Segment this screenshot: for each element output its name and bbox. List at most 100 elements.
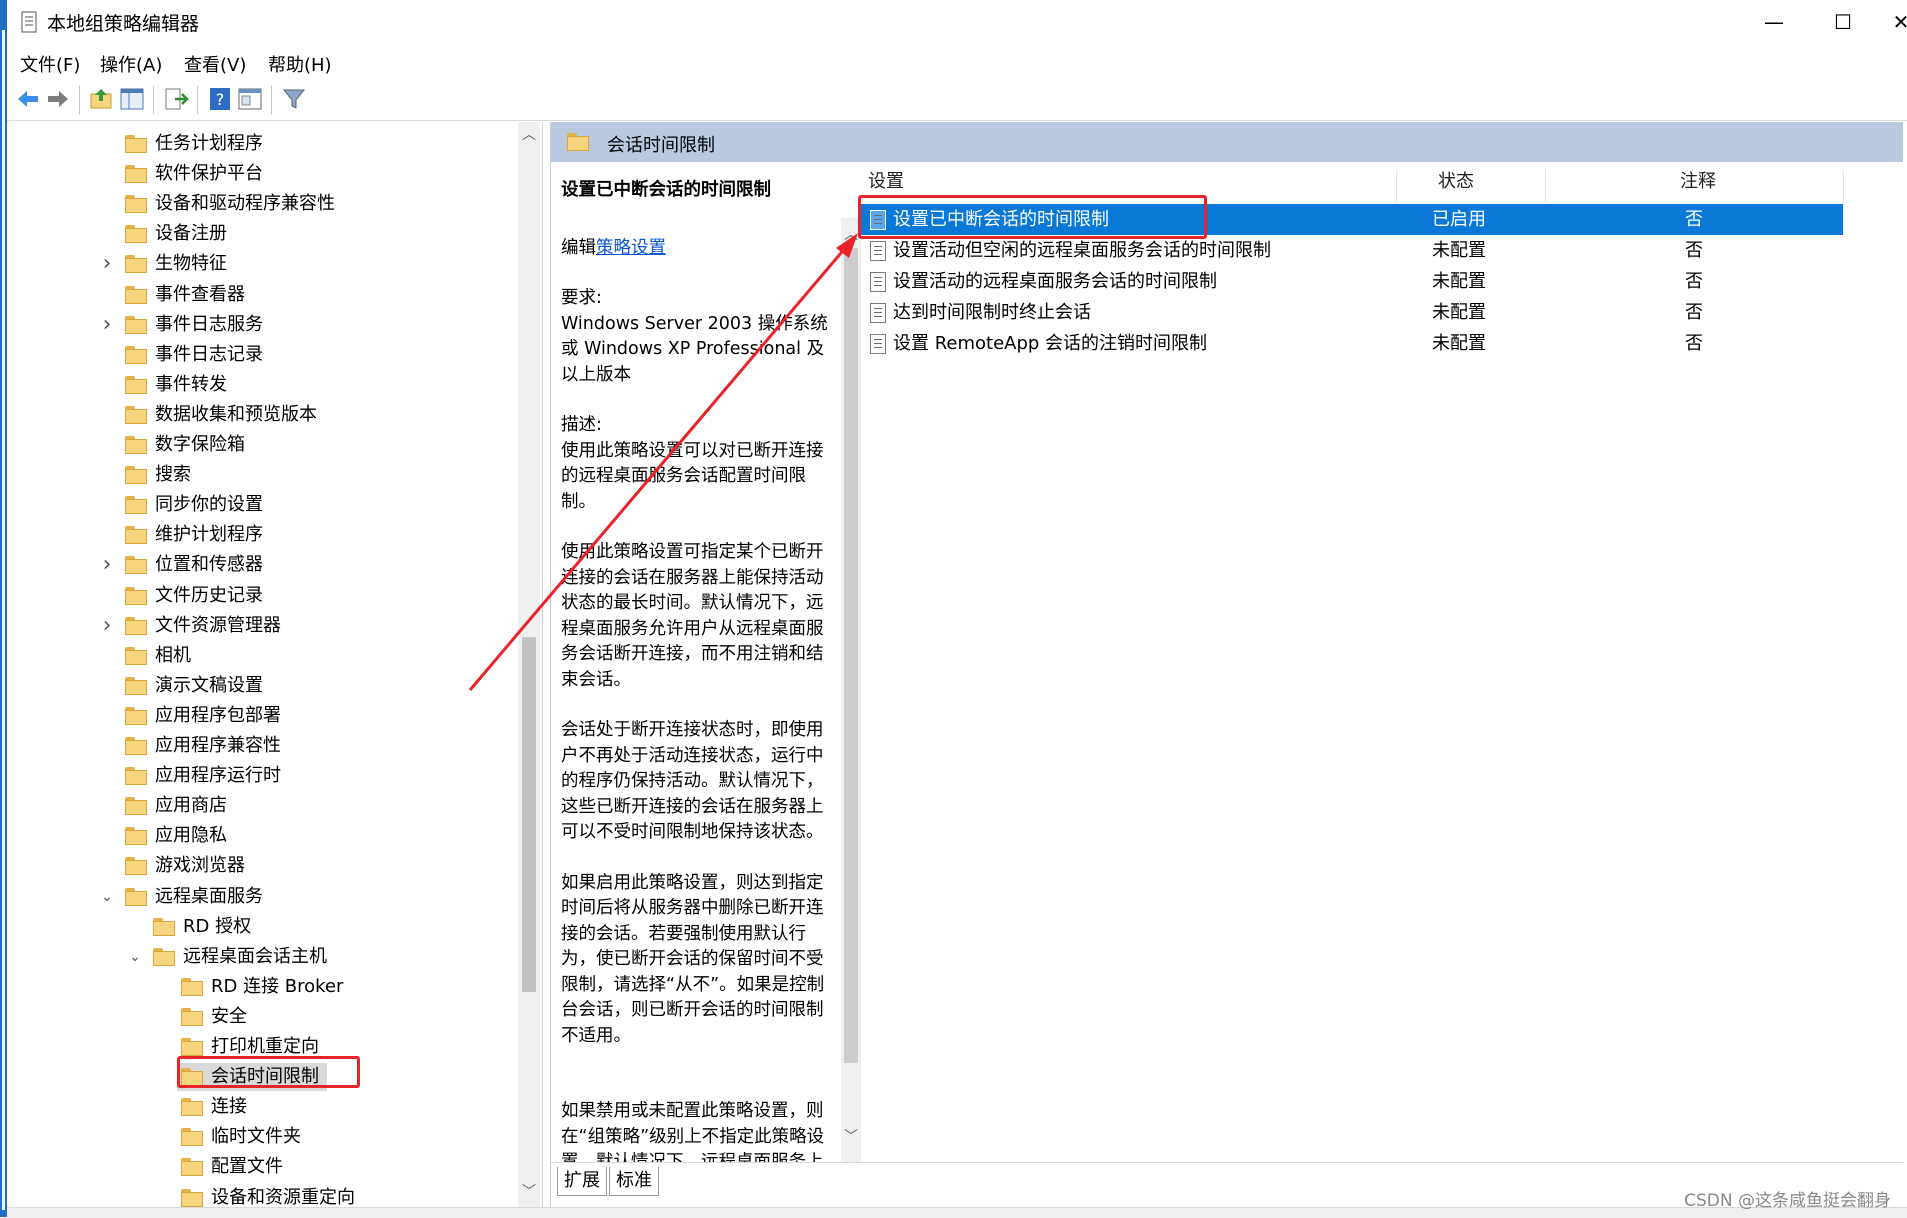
tree-item[interactable]: 应用程序运行时: [7, 762, 512, 790]
folder-icon: [125, 406, 147, 424]
policy-state: 已启用: [1432, 209, 1486, 230]
column-divider[interactable]: [1843, 170, 1844, 202]
tree-item[interactable]: › 位置和传感器: [7, 551, 512, 579]
policy-comment: 否: [1685, 271, 1703, 292]
tree-item[interactable]: 应用商店: [7, 792, 512, 820]
tree-item-label: 搜索: [155, 464, 191, 485]
policy-comment: 否: [1685, 333, 1703, 354]
maximize-button[interactable]: ☐: [1823, 8, 1863, 36]
column-header-comment[interactable]: 注释: [1680, 162, 1716, 202]
tree-item[interactable]: 文件历史记录: [7, 582, 512, 610]
show-hide-tree-icon[interactable]: [119, 86, 145, 112]
tree-scrollbar-thumb[interactable]: [522, 637, 536, 992]
tree-item-label: RD 授权: [183, 916, 252, 937]
tree-item[interactable]: RD 连接 Broker: [7, 973, 512, 1001]
description-scrollbar-thumb[interactable]: [844, 248, 858, 1063]
tree-item[interactable]: 软件保护平台: [7, 160, 512, 188]
tree-item[interactable]: 设备和资源重定向: [7, 1184, 512, 1207]
description-paragraph: 使用此策略设置可以对已断开连接的远程桌面服务会话配置时间限制。: [561, 440, 824, 512]
back-icon[interactable]: [15, 86, 41, 112]
tree-item[interactable]: 应用程序包部署: [7, 702, 512, 730]
tree-item[interactable]: 连接: [7, 1093, 512, 1121]
chevron-right-icon[interactable]: ›: [99, 250, 115, 278]
tree-item-label: 事件日志服务: [155, 314, 263, 335]
tree-item[interactable]: 同步你的设置: [7, 491, 512, 519]
chevron-down-icon[interactable]: ⌄: [127, 943, 143, 971]
tree-item[interactable]: 应用隐私: [7, 822, 512, 850]
minimize-button[interactable]: —: [1754, 8, 1794, 36]
tree-item[interactable]: 设备注册: [7, 220, 512, 248]
menu-bar: 文件(F) 操作(A) 查看(V) 帮助(H): [7, 44, 1907, 81]
tree-item[interactable]: 设备和驱动程序兼容性: [7, 190, 512, 218]
tree-item[interactable]: 演示文稿设置: [7, 672, 512, 700]
tree-item-label: 设备注册: [155, 223, 227, 244]
forward-icon[interactable]: [45, 86, 71, 112]
folder-icon: [125, 677, 147, 695]
folder-icon: [125, 135, 147, 153]
tree-item[interactable]: 搜索: [7, 461, 512, 489]
menu-view[interactable]: 查看(V): [184, 51, 246, 77]
properties-icon[interactable]: [237, 86, 263, 112]
app-icon: [21, 11, 37, 33]
scroll-down-arrow-icon[interactable]: ﹀: [520, 1183, 538, 1201]
chevron-right-icon[interactable]: ›: [99, 551, 115, 579]
column-divider[interactable]: [1545, 170, 1546, 202]
chevron-right-icon[interactable]: ›: [99, 612, 115, 640]
tree-item[interactable]: 任务计划程序: [7, 130, 512, 158]
policy-name: 设置活动但空闲的远程桌面服务会话的时间限制: [893, 240, 1271, 261]
folder-icon: [153, 948, 175, 966]
tree-item-label: 相机: [155, 645, 191, 666]
chevron-down-icon[interactable]: ⌄: [99, 883, 115, 911]
tree-item[interactable]: › 事件日志服务: [7, 311, 512, 339]
folder-icon: [125, 617, 147, 635]
tree-item[interactable]: 维护计划程序: [7, 521, 512, 549]
tree-scrollbar[interactable]: ︿ ﹀: [518, 122, 540, 1207]
tree-item[interactable]: RD 授权: [7, 913, 512, 941]
tree-item-label: 事件查看器: [155, 284, 245, 305]
tree-item[interactable]: › 文件资源管理器: [7, 612, 512, 640]
export-list-icon[interactable]: [163, 86, 189, 112]
tree-item[interactable]: 应用程序兼容性: [7, 732, 512, 760]
policy-description: 设置已中断会话的时间限制 编辑策略设置 要求: Windows Server 20…: [561, 178, 836, 1201]
folder-icon: [181, 1098, 203, 1116]
tab-extended[interactable]: 扩展: [557, 1167, 607, 1196]
tree-item[interactable]: 数据收集和预览版本: [7, 401, 512, 429]
menu-file[interactable]: 文件(F): [20, 51, 80, 77]
up-folder-icon[interactable]: [89, 86, 115, 112]
tree-item[interactable]: 事件转发: [7, 371, 512, 399]
folder-icon: [125, 165, 147, 183]
tree-item-label: 数字保险箱: [155, 434, 245, 455]
help-icon[interactable]: ?: [207, 86, 233, 112]
folder-icon: [125, 556, 147, 574]
toolbar-separator: [197, 86, 198, 114]
policy-row[interactable]: 设置 RemoteApp 会话的注销时间限制 未配置 否: [858, 328, 1843, 359]
column-header-state[interactable]: 状态: [1438, 162, 1474, 202]
tree-item[interactable]: ⌄ 远程桌面会话主机: [7, 943, 512, 971]
tree-item[interactable]: ⌄ 远程桌面服务: [7, 883, 512, 911]
tree-item[interactable]: 事件日志记录: [7, 341, 512, 369]
tree-item[interactable]: 临时文件夹: [7, 1123, 512, 1151]
close-button[interactable]: ✕: [1891, 8, 1907, 36]
edit-policy-link[interactable]: 策略设置: [596, 238, 666, 258]
tree-item[interactable]: 安全: [7, 1003, 512, 1031]
chevron-right-icon[interactable]: ›: [99, 311, 115, 339]
menu-help[interactable]: 帮助(H): [268, 51, 332, 77]
tree-item[interactable]: › 生物特征: [7, 250, 512, 278]
tree-item[interactable]: 相机: [7, 642, 512, 670]
policy-row[interactable]: 达到时间限制时终止会话 未配置 否: [858, 297, 1843, 328]
scroll-up-arrow-icon[interactable]: ︿: [520, 126, 538, 144]
policy-row[interactable]: 设置活动但空闲的远程桌面服务会话的时间限制 未配置 否: [858, 235, 1843, 266]
column-divider[interactable]: [1396, 170, 1397, 202]
tree-item[interactable]: 游戏浏览器: [7, 852, 512, 880]
folder-icon: [125, 797, 147, 815]
tree-item[interactable]: 配置文件: [7, 1153, 512, 1181]
tree-item[interactable]: 事件查看器: [7, 281, 512, 309]
toolbar-separator: [79, 86, 80, 114]
folder-icon: [125, 195, 147, 213]
menu-action[interactable]: 操作(A): [100, 51, 162, 77]
policy-row[interactable]: 设置活动的远程桌面服务会话的时间限制 未配置 否: [858, 266, 1843, 297]
tree-item-label: 应用程序运行时: [155, 765, 281, 786]
tab-standard[interactable]: 标准: [609, 1167, 659, 1196]
filter-icon[interactable]: [281, 86, 307, 112]
tree-item[interactable]: 数字保险箱: [7, 431, 512, 459]
